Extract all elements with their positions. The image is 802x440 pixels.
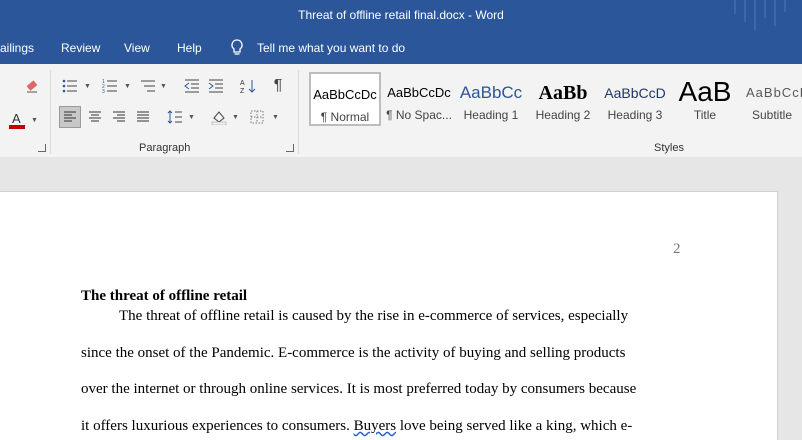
- style-name: Heading 3: [607, 108, 663, 122]
- chevron-down-icon[interactable]: ▼: [124, 83, 131, 90]
- tab-help[interactable]: Help: [177, 41, 202, 55]
- numbering-icon[interactable]: 123: [100, 76, 120, 96]
- justify-icon[interactable]: [132, 106, 154, 128]
- ribbon: A ▼ ▼ 123 ▼ ▼ AZ ¶ ▼ ▼ ▼ Paragraph AaBbC…: [0, 64, 802, 158]
- body-line: it offers luxurious experiences to consu…: [81, 418, 632, 435]
- chevron-down-icon[interactable]: ▼: [160, 83, 167, 90]
- font-color-icon[interactable]: A: [7, 108, 27, 132]
- style-heading-3[interactable]: AaBbCcD Heading 3: [599, 72, 671, 126]
- decor-bar: [744, 0, 746, 22]
- style-name: Heading 1: [463, 108, 519, 122]
- style-heading-1[interactable]: AaBbCc Heading 1: [455, 72, 527, 126]
- tab-mailings[interactable]: ailings: [0, 41, 34, 55]
- chevron-down-icon[interactable]: ▼: [31, 117, 38, 124]
- body-text: it offers luxurious experiences to consu…: [81, 418, 354, 434]
- window-title: Threat of offline retail final.docx - Wo…: [298, 8, 504, 22]
- page-number: 2: [673, 241, 681, 257]
- decrease-indent-icon[interactable]: [182, 76, 202, 96]
- decor-bar: [754, 0, 756, 30]
- increase-indent-icon[interactable]: [206, 76, 226, 96]
- style-name: Heading 2: [535, 108, 591, 122]
- chevron-down-icon[interactable]: ▼: [272, 114, 279, 121]
- align-center-icon[interactable]: [84, 106, 106, 128]
- style-sample: AaBbCcDc: [313, 87, 377, 102]
- sort-icon[interactable]: AZ: [238, 76, 258, 96]
- style-sample: AaBbCcD: [746, 85, 802, 100]
- style-name: ¶ Normal: [320, 110, 370, 124]
- paragraph-group-label: Paragraph: [139, 142, 191, 154]
- style-name: Subtitle: [751, 108, 793, 122]
- clear-formatting-icon[interactable]: [23, 76, 43, 96]
- group-separator: [50, 70, 51, 154]
- title-bar: Threat of offline retail final.docx - Wo…: [0, 0, 802, 32]
- svg-text:A: A: [12, 111, 21, 126]
- style-name: ¶ No Spac...: [386, 108, 452, 122]
- line-spacing-icon[interactable]: [164, 106, 186, 128]
- styles-group-label: Styles: [654, 142, 684, 154]
- style-heading-2[interactable]: AaBb Heading 2: [527, 72, 599, 126]
- style-name: Title: [693, 108, 717, 122]
- style-sample: AaBbCc: [459, 83, 523, 102]
- chevron-down-icon[interactable]: ▼: [84, 83, 91, 90]
- svg-text:A: A: [240, 80, 245, 87]
- body-line: over the internet or through online serv…: [81, 381, 637, 397]
- style-no-spacing[interactable]: AaBbCcDc ¶ No Spac...: [383, 72, 455, 126]
- style-normal[interactable]: AaBbCcDc ¶ Normal: [309, 72, 381, 126]
- shading-icon[interactable]: [208, 106, 230, 128]
- pilcrow-icon[interactable]: ¶: [268, 76, 288, 96]
- svg-text:3: 3: [102, 89, 105, 93]
- style-title[interactable]: AaB Title: [669, 72, 741, 126]
- group-separator: [298, 70, 299, 154]
- svg-text:Z: Z: [240, 88, 245, 94]
- body-text: love being served like a king, which e-: [396, 418, 633, 434]
- ribbon-tabs: ailings Review View Help Tell me what yo…: [0, 32, 802, 64]
- style-sample: AaBbCcDc: [387, 85, 451, 100]
- decor-bar: [734, 0, 736, 14]
- bullets-icon[interactable]: [60, 76, 80, 96]
- decor-bar: [764, 0, 766, 18]
- style-subtitle[interactable]: AaBbCcD Subtitle: [742, 72, 802, 126]
- borders-icon[interactable]: [246, 106, 268, 128]
- tab-view[interactable]: View: [124, 41, 150, 55]
- spelling-flagged-word[interactable]: Buyers: [354, 418, 397, 434]
- align-right-icon[interactable]: [108, 106, 130, 128]
- style-sample: AaBbCcD: [604, 85, 666, 101]
- multilevel-list-icon[interactable]: [138, 76, 158, 96]
- lightbulb-icon: [230, 39, 244, 59]
- decor-bar: [784, 0, 786, 12]
- align-left-icon[interactable]: [59, 106, 81, 128]
- document-heading: The threat of offline retail: [81, 288, 248, 304]
- body-line: since the onset of the Pandemic. E-comme…: [81, 345, 626, 361]
- tab-review[interactable]: Review: [61, 41, 100, 55]
- style-sample: AaB: [678, 78, 732, 107]
- decor-bar: [774, 0, 776, 26]
- font-dialog-launcher-icon[interactable]: [38, 144, 46, 152]
- body-line: The threat of offline retail is caused b…: [119, 308, 629, 324]
- chevron-down-icon[interactable]: ▼: [232, 114, 239, 121]
- chevron-down-icon[interactable]: ▼: [188, 114, 195, 121]
- style-sample: AaBb: [538, 82, 588, 104]
- paragraph-dialog-launcher-icon[interactable]: [286, 144, 294, 152]
- tell-me-search[interactable]: Tell me what you want to do: [257, 41, 405, 55]
